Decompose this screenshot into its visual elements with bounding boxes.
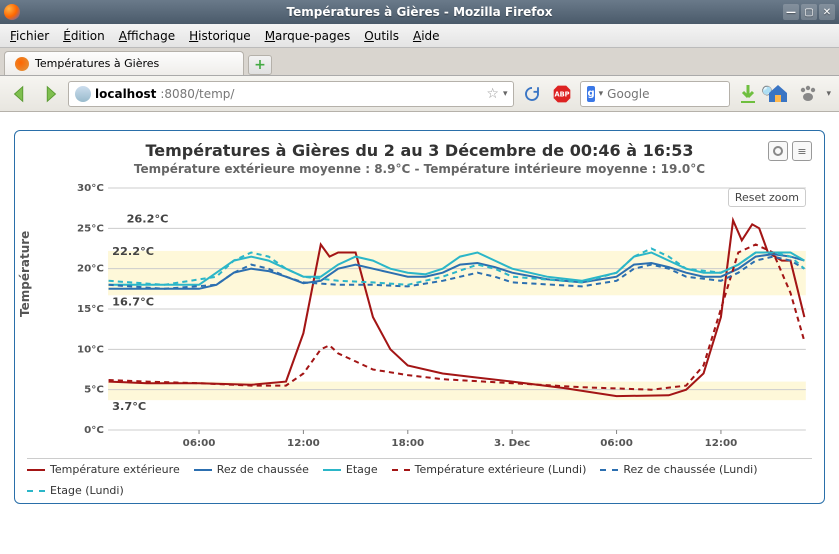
- site-identity-icon: [75, 86, 91, 102]
- svg-text:16.7°C: 16.7°C: [112, 295, 154, 308]
- search-engine-dropdown-icon[interactable]: ▾: [599, 89, 604, 99]
- chart-card: Températures à Gières du 2 au 3 Décembre…: [14, 130, 825, 504]
- menu-édition[interactable]: Édition: [63, 29, 105, 43]
- nav-toolbar: localhost :8080/temp/ ☆ ▾ ABP g ▾ 🔍 ▾: [0, 76, 839, 112]
- search-input[interactable]: [607, 87, 757, 101]
- menu-affichage[interactable]: Affichage: [119, 29, 175, 43]
- svg-text:10°C: 10°C: [77, 344, 104, 355]
- legend-label: Etage (Lundi): [50, 484, 124, 497]
- legend-swatch-icon: [27, 469, 45, 471]
- legend-swatch-icon: [600, 469, 618, 471]
- svg-text:30°C: 30°C: [77, 183, 104, 194]
- menu-historique[interactable]: Historique: [189, 29, 251, 43]
- chart-subtitle: Température extérieure moyenne : 8.9°C -…: [27, 162, 812, 176]
- menubar: Fichier Édition Affichage Historique Marque-…: [0, 24, 839, 48]
- legend-swatch-icon: [323, 469, 341, 471]
- svg-text:12:00: 12:00: [705, 438, 738, 449]
- svg-text:0°C: 0°C: [84, 425, 104, 436]
- window-titlebar: Températures à Gières - Mozilla Firefox …: [0, 0, 839, 24]
- legend-item[interactable]: Rez de chaussée: [194, 463, 309, 476]
- tab-strip: Températures à Gières +: [0, 48, 839, 76]
- legend-item[interactable]: Rez de chaussée (Lundi): [600, 463, 757, 476]
- menu-outils[interactable]: Outils: [364, 29, 399, 43]
- url-host: localhost: [95, 87, 156, 101]
- menu-marque-pages[interactable]: Marque-pages: [265, 29, 351, 43]
- svg-text:22.2°C: 22.2°C: [112, 245, 154, 258]
- toolbar-overflow-icon[interactable]: ▾: [826, 89, 831, 99]
- svg-text:12:00: 12:00: [287, 438, 320, 449]
- search-bar[interactable]: g ▾ 🔍: [580, 81, 730, 107]
- svg-text:18:00: 18:00: [391, 438, 424, 449]
- url-rest: :8080/temp/: [160, 87, 234, 101]
- search-engine-icon[interactable]: g: [587, 86, 594, 102]
- adblock-icon[interactable]: ABP: [550, 82, 574, 106]
- legend-label: Rez de chaussée: [217, 463, 309, 476]
- downloads-button[interactable]: [736, 82, 760, 106]
- legend-item[interactable]: Etage (Lundi): [27, 484, 124, 497]
- svg-text:06:00: 06:00: [183, 438, 216, 449]
- url-dropdown-icon[interactable]: ▾: [503, 89, 508, 99]
- legend-item[interactable]: Température extérieure (Lundi): [392, 463, 587, 476]
- svg-text:3. Dec: 3. Dec: [494, 438, 530, 449]
- chart-plot-area[interactable]: 0°C 5°C 10°C 15°C 20°C 25°C 30°C 06:00 12:00 18:0…: [71, 182, 812, 452]
- menu-aide[interactable]: Aide: [413, 29, 440, 43]
- chart-print-button[interactable]: [768, 141, 788, 161]
- maximize-button[interactable]: ▢: [801, 4, 817, 20]
- legend-label: Température extérieure: [50, 463, 180, 476]
- svg-text:20°C: 20°C: [77, 264, 104, 275]
- svg-text:15°C: 15°C: [77, 304, 104, 315]
- url-bar[interactable]: localhost :8080/temp/ ☆ ▾: [68, 81, 514, 107]
- bookmark-star-icon[interactable]: ☆: [486, 86, 499, 102]
- addon-paw-icon[interactable]: [796, 82, 820, 106]
- svg-text:06:00: 06:00: [600, 438, 633, 449]
- legend-item[interactable]: Etage: [323, 463, 378, 476]
- back-button[interactable]: [8, 82, 32, 106]
- reload-button[interactable]: [520, 82, 544, 106]
- svg-text:25°C: 25°C: [77, 223, 104, 234]
- chart-title: Températures à Gières du 2 au 3 Décembre…: [27, 141, 812, 160]
- home-button[interactable]: [766, 82, 790, 106]
- chart-legend: Température extérieure Rez de chaussée Eta…: [27, 458, 812, 497]
- tab-active[interactable]: Températures à Gières: [4, 51, 244, 75]
- legend-label: Etage: [346, 463, 378, 476]
- page-content: Températures à Gières du 2 au 3 Décembre…: [0, 112, 839, 514]
- new-tab-button[interactable]: +: [248, 55, 272, 75]
- legend-swatch-icon: [27, 490, 45, 492]
- y-axis-label: Température: [18, 231, 32, 317]
- legend-swatch-icon: [392, 469, 410, 471]
- legend-label: Rez de chaussée (Lundi): [623, 463, 757, 476]
- window-title: Températures à Gières - Mozilla Firefox: [287, 5, 553, 19]
- favicon-icon: [15, 57, 29, 71]
- svg-text:3.7°C: 3.7°C: [112, 400, 146, 413]
- forward-button[interactable]: [38, 82, 62, 106]
- menu-fichier[interactable]: Fichier: [10, 29, 49, 43]
- firefox-icon: [4, 4, 20, 20]
- legend-swatch-icon: [194, 469, 212, 471]
- legend-item[interactable]: Température extérieure: [27, 463, 180, 476]
- svg-text:26.2°C: 26.2°C: [127, 213, 169, 226]
- svg-text:ABP: ABP: [555, 90, 570, 98]
- close-button[interactable]: ✕: [819, 4, 835, 20]
- reset-zoom-button[interactable]: Reset zoom: [728, 188, 806, 207]
- svg-text:5°C: 5°C: [84, 385, 104, 396]
- legend-label: Température extérieure (Lundi): [415, 463, 587, 476]
- minimize-button[interactable]: —: [783, 4, 799, 20]
- chart-menu-button[interactable]: ≡: [792, 141, 812, 161]
- tab-label: Températures à Gières: [35, 57, 159, 70]
